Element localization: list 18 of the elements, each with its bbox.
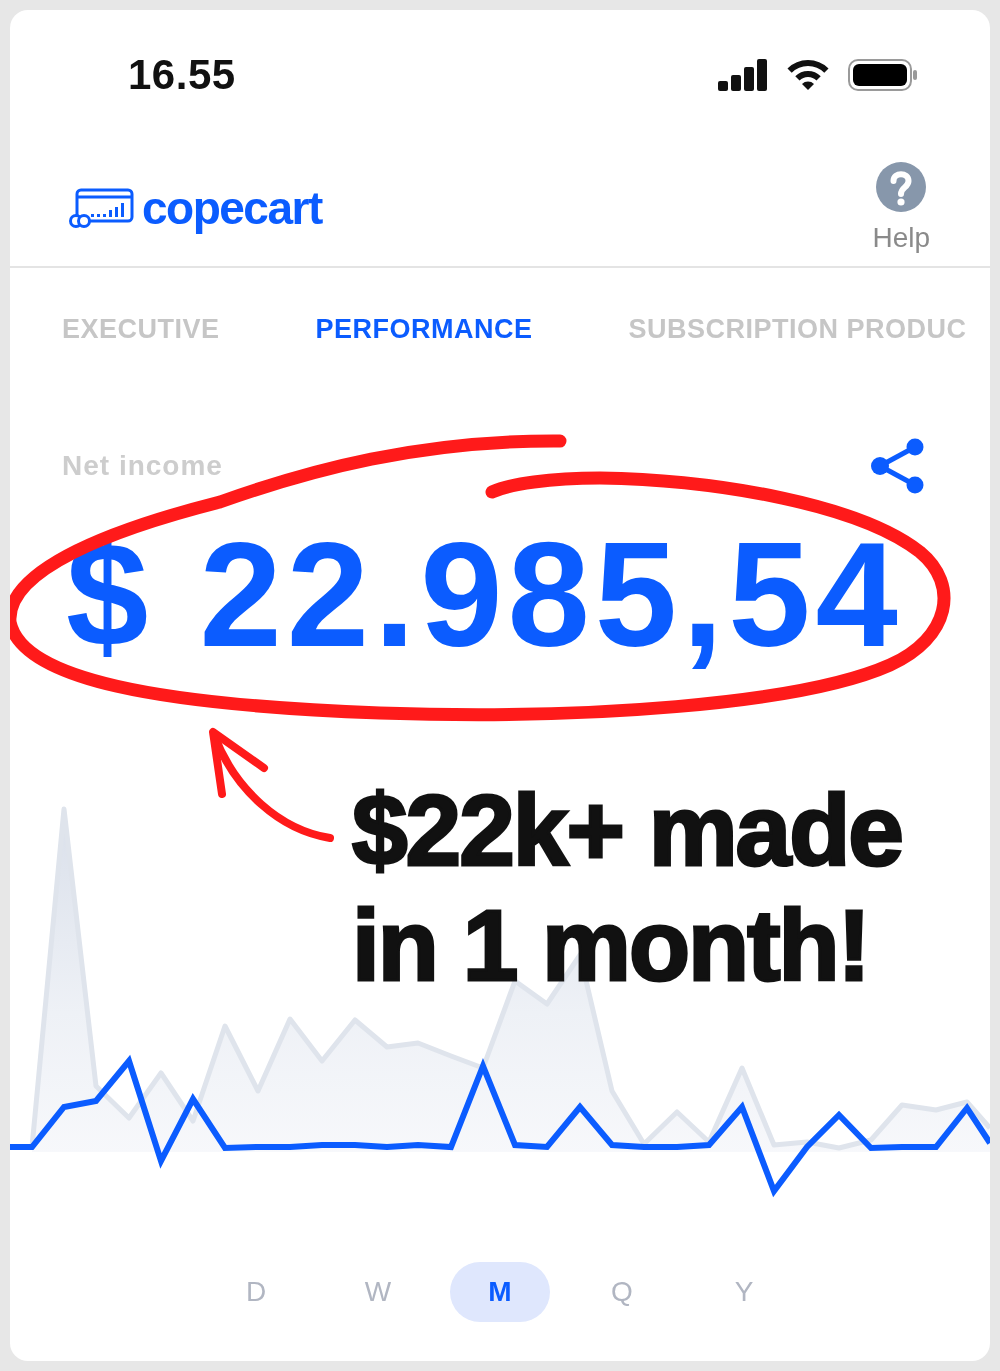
logo-icon [68,188,134,228]
period-button[interactable]: M [450,1262,550,1322]
help-button[interactable]: Help [872,162,930,254]
battery-icon [848,59,918,91]
wifi-icon [786,59,830,91]
status-time: 16.55 [128,51,236,99]
help-icon [876,162,927,212]
period-button[interactable]: Y [694,1262,794,1322]
callout-text: $22k+ made in 1 month! [352,773,903,1003]
period-button[interactable]: Q [572,1262,672,1322]
period-button[interactable]: W [328,1262,428,1322]
nav-tab[interactable]: PERFORMANCE [315,312,533,346]
share-icon[interactable] [871,437,924,494]
nav-tab[interactable]: EXECUTIVE [62,312,220,346]
nav-tab[interactable]: SUBSCRIPTION PRODUC [628,312,967,346]
net-income-value: $ 22.985,54 [66,520,903,670]
period-button[interactable]: D [206,1262,306,1322]
signal-icon [718,59,768,91]
